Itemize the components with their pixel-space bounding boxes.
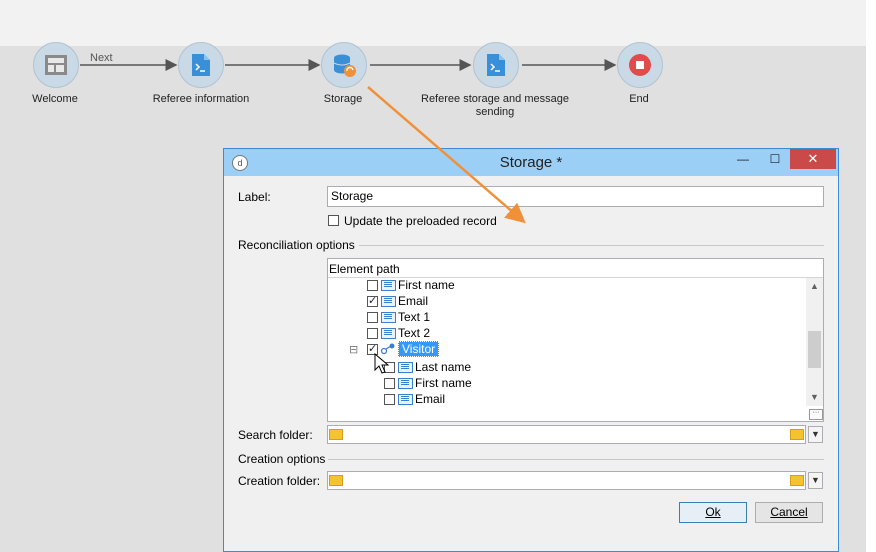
list-field-icon	[381, 295, 396, 307]
tree-row[interactable]: Text 1	[367, 309, 430, 325]
tree-row[interactable]: Last name	[384, 359, 471, 375]
element-path-tree[interactable]: Element path First name Email Text 1 Tex…	[327, 258, 824, 422]
minimize-button[interactable]: —	[730, 149, 756, 169]
tree-row[interactable]: Email	[367, 293, 428, 309]
tree-row-checkbox[interactable]	[367, 327, 378, 339]
dialog-titlebar[interactable]: d Storage * — ☐ ✕	[224, 149, 838, 176]
cancel-button[interactable]: Cancel	[755, 502, 823, 523]
tree-row-label: Text 1	[398, 310, 431, 324]
section-divider	[359, 245, 824, 246]
node-label-storage: Storage	[323, 93, 363, 105]
search-folder-dropdown[interactable]: ▼	[808, 426, 823, 443]
more-options-button[interactable]: ···	[809, 409, 823, 420]
list-field-icon	[381, 279, 396, 291]
browse-folder-icon[interactable]	[790, 429, 804, 440]
node-label-referee-information: Referee information	[152, 93, 250, 105]
tree-row-checkbox[interactable]	[384, 393, 395, 405]
node-welcome[interactable]	[33, 42, 79, 88]
close-button[interactable]: ✕	[790, 149, 836, 169]
scroll-up-arrow[interactable]: ▲	[806, 279, 823, 293]
creation-folder-caption: Creation folder:	[238, 474, 321, 488]
update-preloaded-label: Update the preloaded record	[344, 214, 497, 228]
storage-dialog: d Storage * — ☐ ✕ Label: Storage Update …	[223, 148, 839, 552]
tree-row[interactable]: Email	[384, 391, 445, 407]
node-end[interactable]	[617, 42, 663, 88]
list-field-icon	[398, 377, 413, 389]
tree-row-checkbox[interactable]	[367, 294, 378, 307]
tree-row-checkbox[interactable]	[384, 377, 395, 389]
mouse-pointer-icon	[374, 353, 390, 374]
creation-options-title: Creation options	[238, 452, 326, 466]
canvas-edge	[866, 0, 876, 552]
tree-row-visitor[interactable]: ⊟ Visitor	[349, 341, 440, 357]
reconciliation-options-title: Reconciliation options	[238, 238, 355, 252]
node-label-end: End	[629, 93, 649, 105]
tree-row[interactable]: First name	[384, 375, 472, 391]
node-label-welcome: Welcome	[32, 93, 78, 105]
label-caption: Label:	[238, 190, 271, 204]
tree-row[interactable]: First name	[367, 277, 455, 293]
node-referee-information[interactable]	[178, 42, 224, 88]
label-input[interactable]: Storage	[327, 186, 824, 207]
scroll-thumb[interactable]	[808, 331, 821, 368]
transition-label-next: Next	[90, 52, 113, 64]
tree-row-label: Text 2	[398, 326, 431, 340]
update-preloaded-checkbox[interactable]	[328, 215, 339, 226]
browse-folder-icon[interactable]	[790, 475, 804, 486]
section-divider	[328, 459, 824, 460]
creation-folder-input[interactable]	[327, 471, 806, 490]
list-field-icon	[381, 311, 396, 323]
node-referee-storage-message[interactable]	[473, 42, 519, 88]
list-field-icon	[381, 327, 396, 339]
tree-row-label: Email	[398, 294, 429, 308]
script-page-icon	[192, 54, 210, 76]
tree-column-header: Element path	[328, 259, 823, 278]
tree-row[interactable]: Text 2	[367, 325, 430, 341]
tree-row-checkbox[interactable]	[367, 311, 378, 323]
tree-row-label: First name	[415, 376, 472, 390]
scroll-down-arrow[interactable]: ▼	[806, 390, 823, 404]
creation-folder-dropdown[interactable]: ▼	[808, 472, 823, 489]
list-field-icon	[398, 393, 413, 405]
tree-row-checkbox[interactable]	[367, 279, 378, 291]
search-folder-caption: Search folder:	[238, 428, 313, 442]
list-field-icon	[398, 361, 413, 373]
tree-row-label: First name	[398, 278, 455, 292]
collapse-icon[interactable]: ⊟	[349, 343, 364, 356]
tree-scrollbar[interactable]: ▲ ▼	[806, 278, 823, 406]
folder-icon	[329, 475, 343, 486]
database-sync-icon	[333, 54, 356, 77]
page-layout-icon	[45, 55, 67, 75]
stop-icon	[629, 54, 651, 76]
tree-row-label: Email	[415, 392, 446, 406]
node-label-referee-storage-message: Referee storage and message sending	[421, 93, 569, 118]
script-page-icon	[487, 54, 505, 76]
search-folder-input[interactable]	[327, 425, 806, 444]
node-storage[interactable]	[321, 42, 367, 88]
workflow-diagram: Next Welcome Referee information Storage	[0, 0, 866, 130]
ok-button[interactable]: Ok	[679, 502, 747, 523]
folder-icon	[329, 429, 343, 440]
tree-row-label-selected: Visitor	[398, 341, 440, 357]
tree-row-label: Last name	[415, 360, 472, 374]
maximize-button[interactable]: ☐	[762, 149, 788, 169]
